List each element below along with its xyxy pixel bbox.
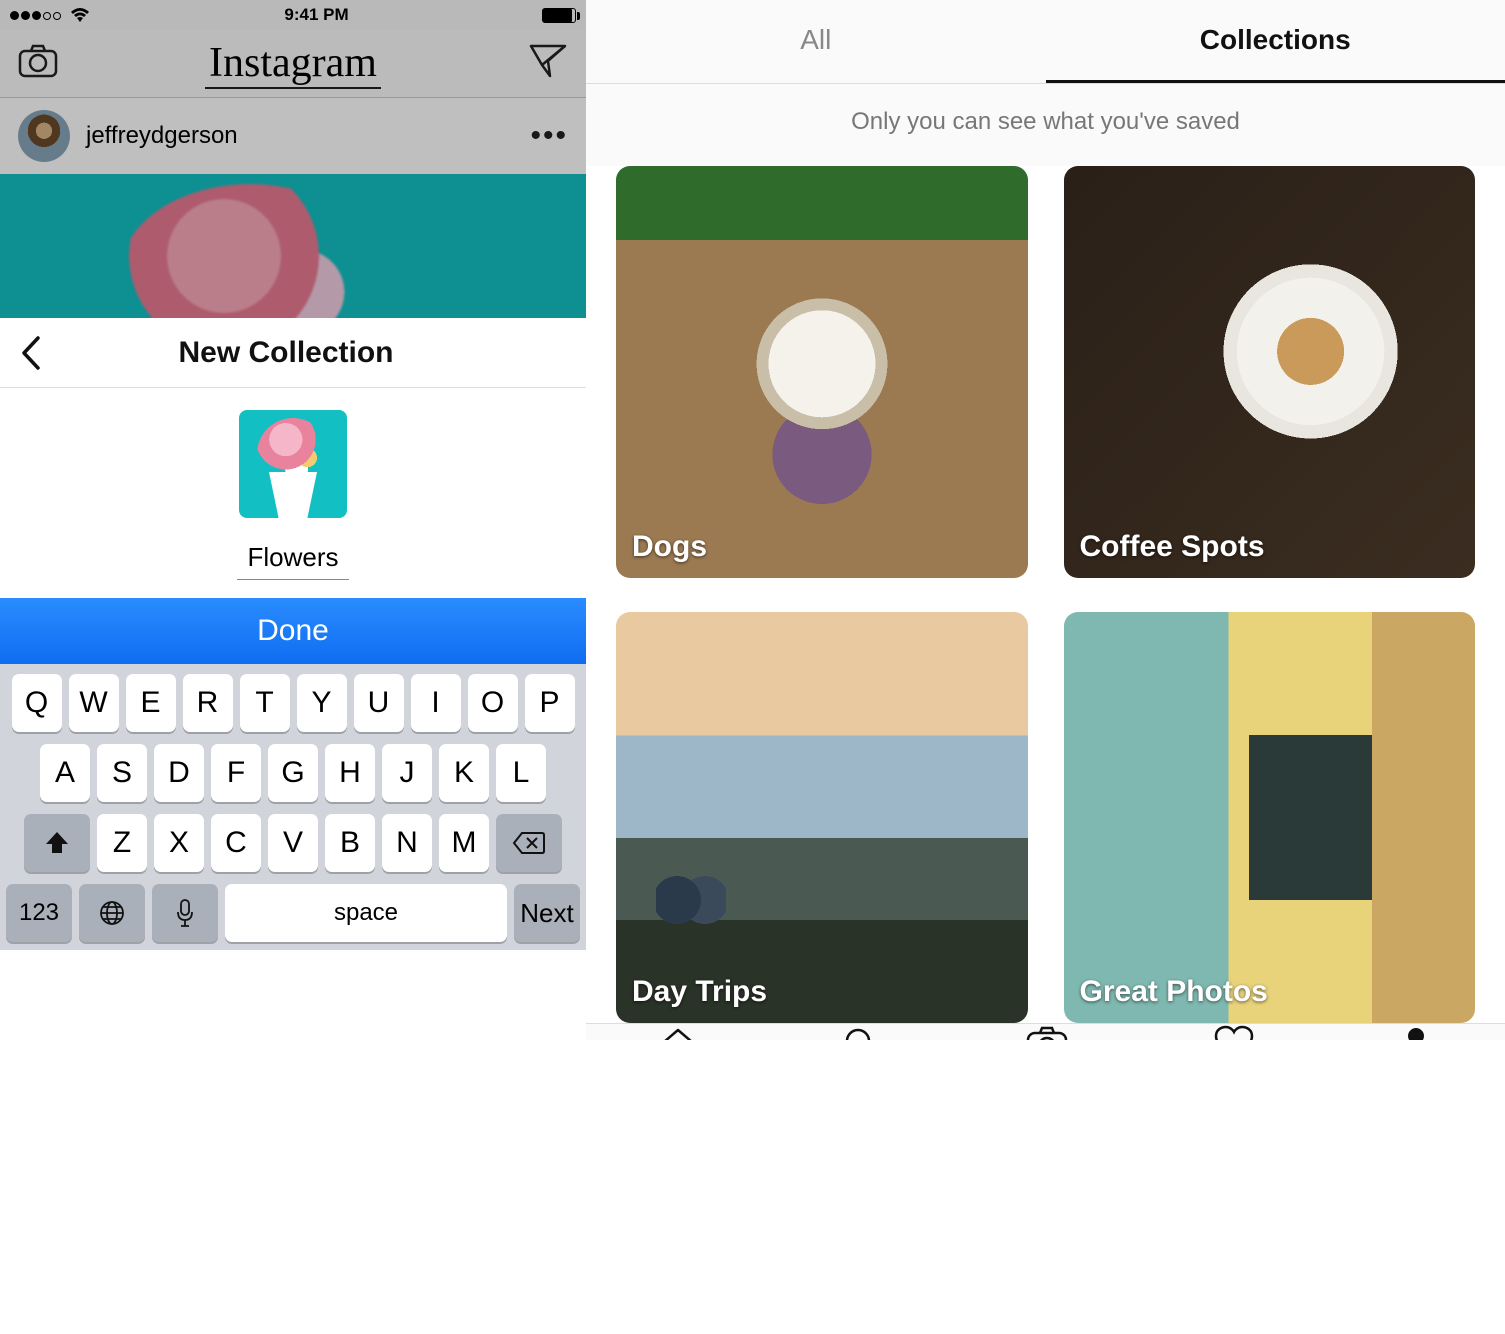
wifi-icon — [69, 7, 91, 23]
key-r[interactable]: R — [183, 674, 233, 732]
collection-thumbnail — [239, 410, 347, 518]
bottom-tab-bar — [586, 1023, 1505, 1040]
sheet-body: Flowers — [0, 388, 586, 598]
key-i[interactable]: I — [411, 674, 461, 732]
next-key[interactable]: Next — [514, 884, 580, 942]
key-p[interactable]: P — [525, 674, 575, 732]
key-f[interactable]: F — [211, 744, 261, 802]
app-header: Instagram — [0, 30, 586, 98]
numbers-key[interactable]: 123 — [6, 884, 72, 942]
instagram-logo: Instagram — [205, 39, 381, 89]
signal-dots-icon — [10, 5, 63, 25]
dictation-key[interactable] — [152, 884, 218, 942]
new-collection-pane: 9:41 PM Instagram jeffreydgerson ••• New… — [0, 0, 586, 1040]
collections-pane: All Collections Only you can see what yo… — [586, 0, 1505, 1040]
collection-card[interactable]: Great Photos — [1064, 612, 1476, 1024]
key-v[interactable]: V — [268, 814, 318, 872]
key-b[interactable]: B — [325, 814, 375, 872]
avatar[interactable] — [18, 110, 70, 162]
key-u[interactable]: U — [354, 674, 404, 732]
collection-card[interactable]: Dogs — [616, 166, 1028, 578]
shift-key[interactable] — [24, 814, 90, 872]
key-t[interactable]: T — [240, 674, 290, 732]
tab-collections[interactable]: Collections — [1046, 0, 1505, 83]
collections-grid: Dogs Coffee Spots Day Trips Great Photos — [586, 166, 1505, 1023]
privacy-notice: Only you can see what you've saved — [586, 84, 1505, 166]
more-options-icon[interactable]: ••• — [530, 119, 568, 153]
post-image — [0, 174, 586, 318]
backspace-icon — [512, 831, 546, 855]
key-n[interactable]: N — [382, 814, 432, 872]
key-x[interactable]: X — [154, 814, 204, 872]
sheet-header: New Collection — [0, 318, 586, 388]
key-g[interactable]: G — [268, 744, 318, 802]
home-icon[interactable] — [658, 1024, 698, 1040]
collection-label: Day Trips — [632, 975, 767, 1009]
key-o[interactable]: O — [468, 674, 518, 732]
key-k[interactable]: K — [439, 744, 489, 802]
profile-icon[interactable] — [1398, 1025, 1434, 1040]
shift-icon — [44, 830, 70, 856]
status-bar: 9:41 PM — [0, 0, 586, 30]
done-button[interactable]: Done — [0, 598, 586, 664]
battery-icon — [542, 8, 576, 23]
post-username[interactable]: jeffreydgerson — [86, 122, 514, 150]
camera-tab-icon[interactable] — [1024, 1024, 1070, 1040]
backspace-key[interactable] — [496, 814, 562, 872]
key-h[interactable]: H — [325, 744, 375, 802]
camera-icon[interactable] — [18, 44, 58, 83]
collection-label: Great Photos — [1080, 975, 1268, 1009]
globe-key[interactable] — [79, 884, 145, 942]
collection-label: Dogs — [632, 530, 707, 564]
key-z[interactable]: Z — [97, 814, 147, 872]
saved-tabs: All Collections — [586, 0, 1505, 84]
space-key[interactable]: space — [225, 884, 507, 942]
globe-icon — [98, 899, 126, 927]
key-d[interactable]: D — [154, 744, 204, 802]
microphone-icon — [175, 898, 195, 928]
key-c[interactable]: C — [211, 814, 261, 872]
sheet-title: New Collection — [4, 336, 568, 370]
key-l[interactable]: L — [496, 744, 546, 802]
status-time: 9:41 PM — [284, 5, 348, 25]
collection-card[interactable]: Coffee Spots — [1064, 166, 1476, 578]
direct-messages-icon[interactable] — [528, 43, 568, 84]
collection-card[interactable]: Day Trips — [616, 612, 1028, 1024]
activity-icon[interactable] — [1213, 1025, 1255, 1040]
ios-keyboard: Q W E R T Y U I O P A S D F G H J K L Z — [0, 664, 586, 950]
key-q[interactable]: Q — [12, 674, 62, 732]
key-j[interactable]: J — [382, 744, 432, 802]
collection-name-input[interactable]: Flowers — [237, 542, 348, 580]
post-header: jeffreydgerson ••• — [0, 98, 586, 174]
key-s[interactable]: S — [97, 744, 147, 802]
collection-label: Coffee Spots — [1080, 530, 1265, 564]
tab-all[interactable]: All — [586, 0, 1046, 83]
key-m[interactable]: M — [439, 814, 489, 872]
key-y[interactable]: Y — [297, 674, 347, 732]
key-a[interactable]: A — [40, 744, 90, 802]
key-w[interactable]: W — [69, 674, 119, 732]
search-icon[interactable] — [841, 1024, 881, 1040]
key-e[interactable]: E — [126, 674, 176, 732]
